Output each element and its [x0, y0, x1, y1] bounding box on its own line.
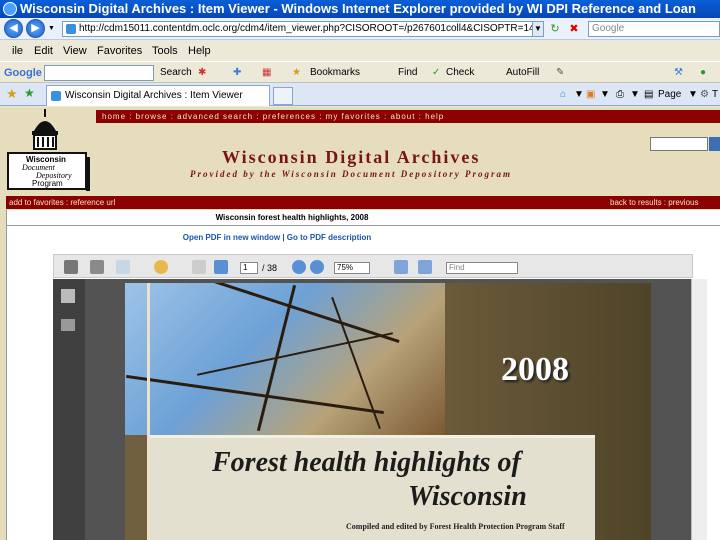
print-dropdown-icon[interactable]: ▼	[630, 83, 640, 106]
pdf-print-icon[interactable]	[64, 260, 78, 274]
feeds-dropdown-icon[interactable]: ▼	[600, 83, 610, 106]
refresh-icon[interactable]: ↻	[547, 21, 563, 37]
tab-item-viewer[interactable]: Wisconsin Digital Archives : Item Viewer	[46, 85, 270, 106]
document-title: Wisconsin forest health highlights, 2008	[215, 213, 369, 222]
pdf-email-icon[interactable]	[116, 260, 130, 274]
bookmark-star-icon[interactable]: ★	[292, 62, 301, 84]
cover-title-line-1: Forest health highlights of	[212, 447, 521, 478]
cover-title-line-2: Wisconsin	[408, 481, 527, 512]
address-url: http://cdm15011.contentdm.oclc.org/cdm4/…	[79, 23, 534, 34]
command-bar: ⌂ ▼ ▣ ▼ ⎙ ▼ ▤ Page ▼ ⚙ T	[560, 83, 720, 106]
menu-view[interactable]: View	[63, 41, 87, 61]
document-panel: Wisconsin forest health highlights, 2008…	[6, 210, 720, 540]
wrench-icon[interactable]: ⚒	[674, 62, 683, 84]
cover-compiled-by: Compiled and edited by Forest Health Pro…	[346, 522, 565, 531]
home-icon[interactable]: ⌂	[560, 83, 566, 106]
tools-gear-icon[interactable]: ⚙	[700, 83, 709, 106]
site-search-go-button[interactable]	[709, 137, 720, 151]
results-navigation-links[interactable]: back to results : previous	[610, 196, 698, 209]
autofill-button[interactable]: AutoFill	[506, 62, 539, 84]
pdf-page-current: 1	[243, 263, 248, 272]
site-search-input[interactable]	[650, 137, 708, 151]
web-content: Wisconsin Document Depository Program ho…	[0, 107, 720, 540]
tab-label: Wisconsin Digital Archives : Item Viewer	[65, 90, 243, 101]
forward-arrow-icon[interactable]: ▶	[26, 19, 45, 38]
pdf-fit-page-icon[interactable]	[394, 260, 408, 274]
pages-panel-icon[interactable]	[61, 289, 75, 303]
page-dropdown-icon[interactable]: ▼	[688, 83, 698, 106]
feeds-icon[interactable]: ▣	[586, 83, 595, 106]
new-tab-button[interactable]	[273, 87, 293, 105]
bookmarks-button[interactable]: Bookmarks	[310, 62, 360, 84]
page-menu-button[interactable]: Page	[658, 83, 681, 106]
page-menu-icon[interactable]: ▤	[644, 83, 653, 106]
cover-title-panel: Forest health highlights of Wisconsin Co…	[150, 435, 595, 540]
address-dropdown-icon[interactable]: ▼	[532, 21, 544, 37]
home-dropdown-icon[interactable]: ▼	[574, 83, 584, 106]
window-title-bar: Wisconsin Digital Archives : Item Viewer…	[0, 0, 720, 18]
pdf-next-page-icon[interactable]	[214, 260, 228, 274]
pencil-icon[interactable]: ✎	[556, 62, 564, 84]
browser-search-input[interactable]: Google	[588, 21, 720, 37]
pdf-find-input[interactable]: Find	[446, 262, 518, 274]
tab-page-icon	[51, 91, 61, 101]
favorites-reference-links[interactable]: add to favorites : reference url	[9, 196, 115, 209]
stop-icon[interactable]: ✖	[566, 21, 582, 37]
print-icon[interactable]: ⎙	[616, 83, 624, 106]
pdf-fit-width-icon[interactable]	[418, 260, 432, 274]
pdf-zoom-in-icon[interactable]	[310, 260, 324, 274]
pdf-comment-icon[interactable]	[154, 260, 168, 274]
google-tools-icon[interactable]: ✱	[198, 62, 206, 84]
address-input[interactable]: http://cdm15011.contentdm.oclc.org/cdm4/…	[62, 21, 534, 37]
google-search-button[interactable]: Search	[160, 62, 192, 84]
tools-menu-button[interactable]: T	[712, 83, 718, 106]
site-title: Wisconsin Digital Archives	[222, 147, 481, 167]
forest-photo	[125, 283, 445, 435]
menu-help[interactable]: Help	[188, 41, 211, 61]
internet-explorer-icon	[3, 2, 17, 16]
site-subtitle: Provided by the Wisconsin Document Depos…	[190, 169, 512, 179]
menu-file[interactable]: ile	[12, 41, 23, 61]
pdf-page-total: / 38	[262, 263, 278, 273]
pdf-zoom-out-icon[interactable]	[292, 260, 306, 274]
pdf-cover-page: 2008 Forest health highlights of Wiscons…	[125, 283, 651, 540]
status-dot-icon: ●	[700, 67, 707, 78]
back-arrow-icon[interactable]: ◀	[4, 19, 23, 38]
pdf-zoom-value: 75%	[337, 263, 354, 272]
menu-tools[interactable]: Tools	[152, 41, 178, 61]
check-button[interactable]: Check	[446, 62, 474, 84]
page-icon	[66, 24, 76, 34]
find-button[interactable]: Find	[398, 62, 417, 84]
browser-search-placeholder: Google	[592, 23, 625, 34]
menu-favorites[interactable]: Favorites	[97, 41, 142, 61]
pdf-scrollbar[interactable]	[691, 279, 707, 540]
menu-edit[interactable]: Edit	[34, 41, 53, 61]
pdf-save-icon[interactable]	[90, 260, 104, 274]
google-logo: Google	[4, 67, 42, 79]
pdf-links[interactable]: Open PDF in new window | Go to PDF descr…	[7, 233, 547, 242]
google-toolbar: Google Search ✱ ✚ ▦ ★ Bookmarks Find ✓ C…	[0, 61, 720, 83]
window-title: Wisconsin Digital Archives : Item Viewer…	[20, 1, 696, 16]
popup-blocker-icon[interactable]: ▦	[262, 62, 271, 84]
favorites-star-icon[interactable]: ★	[6, 86, 18, 102]
history-dropdown-icon[interactable]: ▼	[48, 25, 55, 32]
divider	[7, 225, 720, 226]
pdf-toolbar: 1 / 38 75% Find	[53, 254, 693, 278]
menu-bar: ile Edit View Favorites Tools Help	[0, 41, 720, 61]
site-nav[interactable]: home : browse : advanced search : prefer…	[96, 110, 720, 123]
pdf-zoom-select[interactable]: 75%	[334, 262, 370, 274]
google-options-icon[interactable]: ✚	[233, 62, 241, 84]
pdf-previous-page-icon[interactable]	[192, 260, 206, 274]
cover-year: 2008	[501, 351, 569, 388]
add-favorites-icon[interactable]: ★	[24, 86, 35, 100]
attachments-panel-icon[interactable]	[61, 319, 75, 331]
pdf-find-placeholder: Find	[449, 263, 465, 272]
action-bar: add to favorites : reference url back to…	[6, 196, 720, 209]
logo-line-4: Program	[32, 179, 63, 188]
spellcheck-icon[interactable]: ✓	[432, 62, 440, 84]
pdf-page-input[interactable]: 1	[240, 262, 258, 274]
google-search-input[interactable]	[44, 65, 154, 81]
depository-logo: Wisconsin Document Depository Program	[6, 109, 92, 191]
pdf-sidebar	[53, 279, 85, 540]
